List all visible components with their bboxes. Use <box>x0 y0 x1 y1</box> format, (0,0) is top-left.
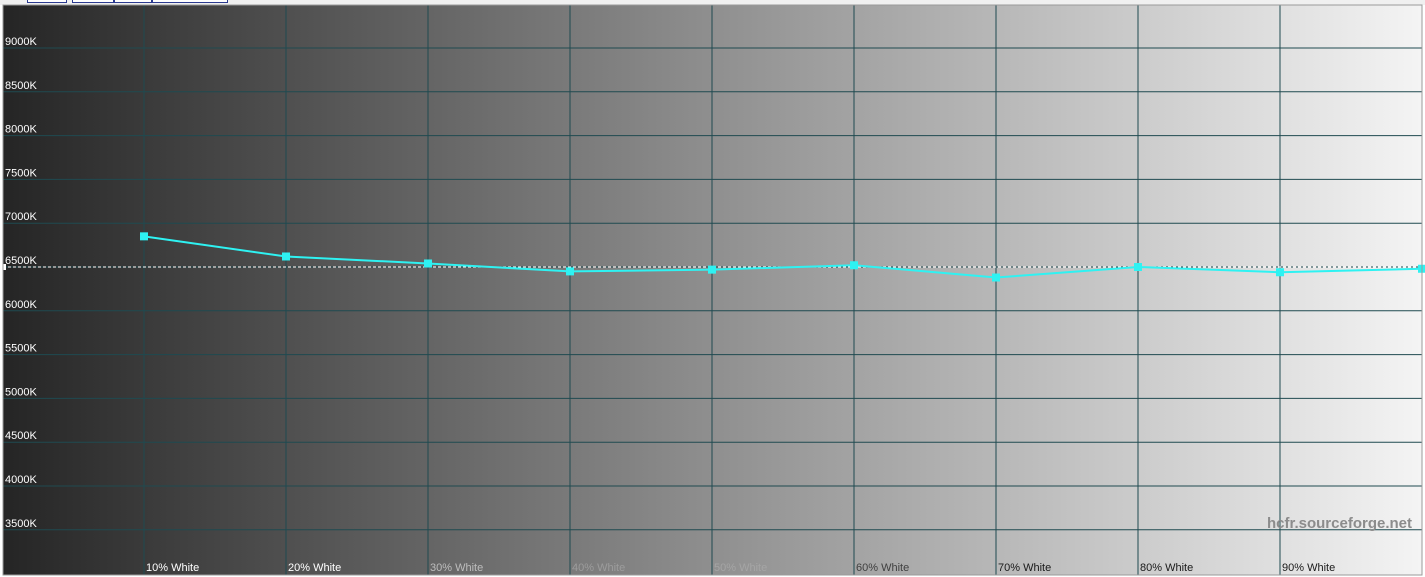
y-tick-label: 7000K <box>5 211 37 223</box>
series-point <box>1134 263 1142 271</box>
series-point <box>850 261 858 270</box>
y-tick-label: 3500K <box>5 518 37 530</box>
y-tick-label: 9000K <box>5 36 37 48</box>
series-point <box>424 259 432 268</box>
y-tick-label: 4000K <box>5 474 37 486</box>
watermark-text: hcfr.sourceforge.net <box>1266 515 1412 532</box>
series-point <box>140 232 148 241</box>
series-point <box>708 265 716 274</box>
series-point <box>566 267 574 276</box>
color-temperature-chart: 3500K 4000K 4500K 5000K 5500K 6000K 6500K 7000K… <box>2 4 1425 576</box>
x-tick-label: 30% White <box>430 562 483 574</box>
y-tick-label: 6000K <box>5 299 37 311</box>
series-point <box>992 273 1000 282</box>
x-tick-label: 10% White <box>146 562 199 574</box>
y-tick-label: 6500K <box>5 255 37 267</box>
y-tick-label: 5500K <box>5 343 37 355</box>
x-tick-label: 70% White <box>998 562 1051 574</box>
y-tick-label: 8000K <box>5 124 37 136</box>
y-tick-label: 7500K <box>5 167 37 179</box>
x-tick-label: 60% White <box>856 562 909 574</box>
cct-chart-panel: 3500K 4000K 4500K 5000K 5500K 6000K 6500K 7000K… <box>0 0 1425 577</box>
y-tick-label: 5000K <box>5 386 37 398</box>
x-tick-label: 40% White <box>572 562 625 574</box>
series-point <box>282 252 290 261</box>
x-tick-label: 80% White <box>1140 562 1193 574</box>
y-tick-label: 8500K <box>5 80 37 92</box>
x-tick-label: 90% White <box>1282 562 1335 574</box>
series-point <box>1276 268 1284 277</box>
x-tick-label: 20% White <box>288 562 341 574</box>
y-tick-label: 4500K <box>5 430 37 442</box>
x-tick-label: 50% White <box>714 562 767 574</box>
